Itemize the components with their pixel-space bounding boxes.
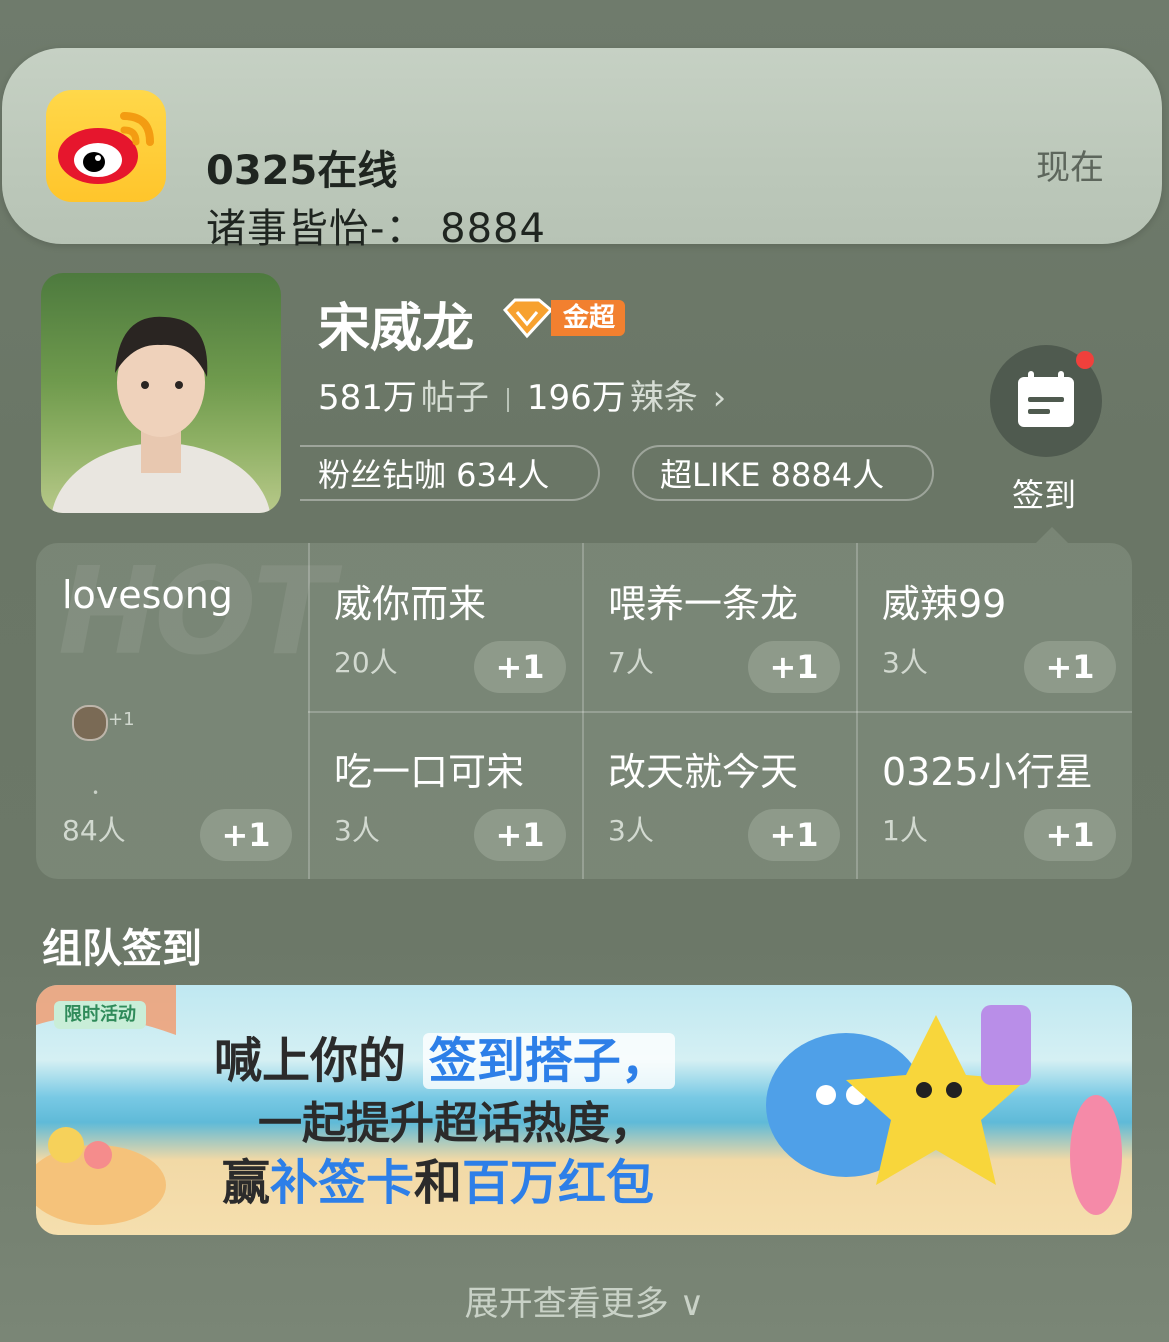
banner-line-3: 赢补签卡和百万红包 <box>222 1143 654 1213</box>
checkin-button[interactable] <box>990 345 1102 457</box>
member-avatar <box>72 705 108 741</box>
plus-one-button[interactable]: +1 <box>474 641 566 693</box>
group-count: 3人 <box>334 814 380 847</box>
group-title: 0325小行星 <box>882 750 1093 794</box>
group-title: 威你而来 <box>334 582 487 626</box>
notification-body: 诸事皆怡-： 8884 <box>206 206 546 252</box>
plus-one-button[interactable]: +1 <box>748 641 840 693</box>
group-title: lovesong <box>62 573 233 617</box>
banner-line-1: 喊上你的 签到搭子， <box>214 1021 675 1091</box>
group-cell[interactable]: 吃一口可宋 3人 +1 <box>308 711 582 879</box>
notification-title: 0325在线 <box>206 148 398 194</box>
plus-one-button[interactable]: +1 <box>748 809 840 861</box>
plus-one-button[interactable]: +1 <box>1024 809 1116 861</box>
fans-pill[interactable]: 粉丝钻咖 634人 <box>300 445 600 501</box>
group-count: 3人 <box>608 814 654 847</box>
plus-one-button[interactable]: +1 <box>200 809 292 861</box>
banner-text: 喊上你的 <box>214 1033 407 1089</box>
group-cell[interactable]: 0325小行星 1人 +1 <box>856 711 1132 879</box>
member-plus: +1 <box>108 709 135 730</box>
limited-time-tag: 限时活动 <box>54 1001 146 1029</box>
spicy-value[interactable]: 196万 <box>527 378 626 418</box>
banner-highlight: 补签卡 <box>270 1155 415 1211</box>
group-cell[interactable]: 威你而来 20人 +1 <box>308 543 582 711</box>
plus-one-button[interactable]: +1 <box>474 809 566 861</box>
super-like-pill[interactable]: 超LIKE 8884人 <box>632 445 934 501</box>
group-count: 3人 <box>882 646 928 679</box>
group-count: 84人 <box>62 814 126 847</box>
divider <box>506 387 509 412</box>
notification-dot <box>1076 351 1094 369</box>
group-title: 吃一口可宋 <box>334 750 525 794</box>
badge-label: 金超 <box>551 300 626 336</box>
posts-value: 581万 <box>318 378 417 418</box>
banner-text: 和 <box>414 1155 463 1211</box>
spicy-label[interactable]: 辣条 <box>630 378 698 418</box>
posts-label: 帖子 <box>420 378 489 418</box>
group-count: 7人 <box>608 646 654 679</box>
team-checkin-banner[interactable]: 限时活动 喊上你的 签到搭子， 一起提升超话热度， 赢补签卡和百万红包 <box>36 985 1132 1235</box>
banner-highlight: 百万红包 <box>462 1155 655 1211</box>
gold-super-badge: 金超 <box>499 296 633 340</box>
checkin-label[interactable]: 签到 <box>1012 470 1076 516</box>
member-dot: • <box>92 786 100 800</box>
profile-stats: 581万 帖子 196万 辣条 › <box>318 370 726 419</box>
grid-pointer <box>1036 527 1068 543</box>
banner-highlight: 签到搭子， <box>422 1033 675 1089</box>
diamond-icon <box>502 298 554 339</box>
group-cell[interactable]: 改天就今天 3人 +1 <box>582 711 856 879</box>
group-cell[interactable]: 喂养一条龙 7人 +1 <box>582 543 856 711</box>
banner-line-2: 一起提升超话热度， <box>258 1098 654 1149</box>
chevron-right-icon[interactable]: › <box>702 378 727 418</box>
notification-banner[interactable]: 0325在线 诸事皆怡-： 8884 现在 <box>2 48 1162 252</box>
avatar[interactable] <box>41 273 281 513</box>
group-title: 改天就今天 <box>608 750 799 794</box>
notification-time: 现在 <box>1036 148 1104 188</box>
banner-text: 赢 <box>222 1155 271 1211</box>
section-title: 组队签到 <box>42 926 202 972</box>
group-cell-featured[interactable]: lovesong +1 • 84人 +1 <box>36 543 308 879</box>
plus-one-button[interactable]: +1 <box>1024 641 1116 693</box>
group-cell[interactable]: 威辣99 3人 +1 <box>856 543 1132 711</box>
profile-name: 宋威龙 <box>318 299 475 359</box>
group-title: 喂养一条龙 <box>608 582 799 626</box>
group-title: 威辣99 <box>882 582 1007 626</box>
weibo-app-icon <box>46 90 166 202</box>
group-count: 20人 <box>334 646 398 679</box>
group-count: 1人 <box>882 814 928 847</box>
expand-more-button[interactable]: 展开查看更多 ∨ <box>0 1276 1169 1325</box>
checkin-groups-grid: HOT lovesong +1 • 84人 +1 威你而来 20人 +1 喂养一… <box>36 543 1132 879</box>
